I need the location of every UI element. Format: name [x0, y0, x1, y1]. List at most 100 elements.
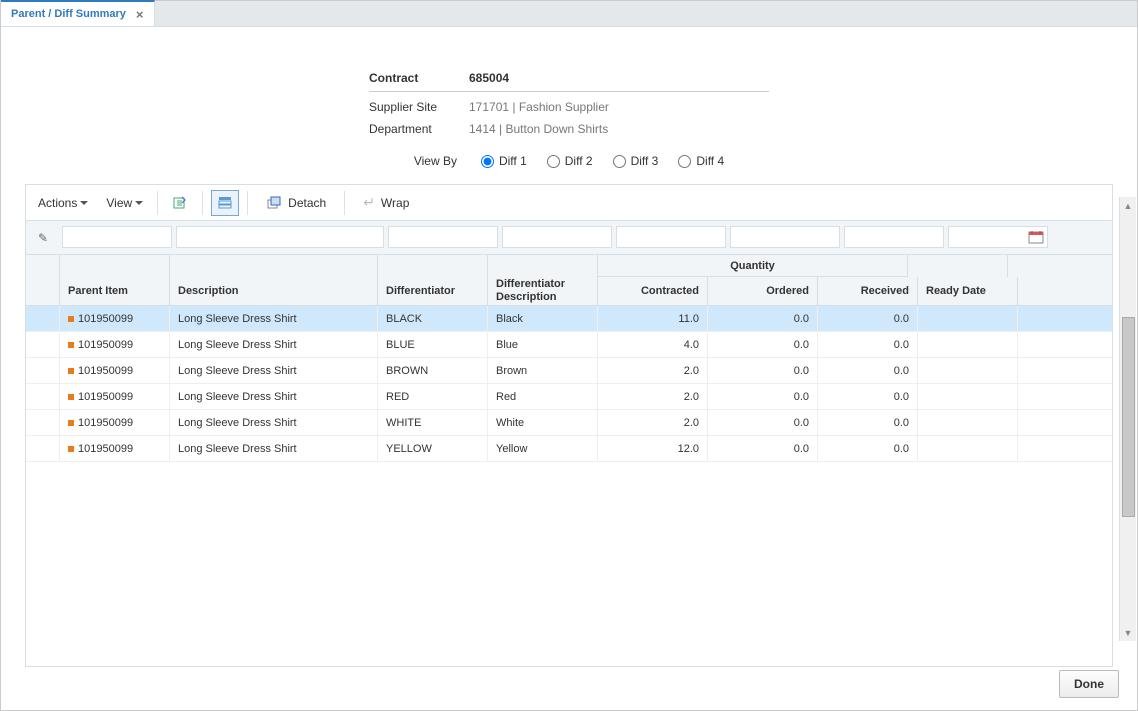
- scrollbar[interactable]: ▲ ▼: [1119, 197, 1136, 641]
- tab-parent-diff-summary[interactable]: Parent / Diff Summary ×: [1, 0, 155, 26]
- pencil-icon[interactable]: ✎: [26, 231, 60, 245]
- cell-parent-item: 101950099: [60, 410, 170, 435]
- wrap-icon: ↵: [363, 194, 375, 211]
- detach-icon: [266, 195, 282, 211]
- th-diff-desc-l2: Description: [496, 291, 557, 304]
- radio-label-diff-2: Diff 2: [565, 154, 593, 168]
- radio-diff-1[interactable]: Diff 1: [481, 154, 527, 168]
- tab-bar: Parent / Diff Summary ×: [1, 1, 1137, 27]
- cell-parent-item: 101950099: [60, 358, 170, 383]
- cell-description: Long Sleeve Dress Shirt: [170, 306, 378, 331]
- cell-parent-item: 101950099: [60, 436, 170, 461]
- cell-differentiator: BLACK: [378, 306, 488, 331]
- cell-ready-date: [918, 332, 1018, 357]
- done-button[interactable]: Done: [1059, 670, 1119, 698]
- cell-contracted: 4.0: [598, 332, 708, 357]
- cell-received: 0.0: [818, 332, 918, 357]
- th-ordered[interactable]: Ordered: [708, 277, 818, 305]
- radio-input-diff-3[interactable]: [613, 155, 626, 168]
- filter-ordered[interactable]: [730, 226, 840, 248]
- cell-diff-description: Red: [488, 384, 598, 409]
- radio-input-diff-1[interactable]: [481, 155, 494, 168]
- cell-differentiator: WHITE: [378, 410, 488, 435]
- cell-diff-description: Black: [488, 306, 598, 331]
- export-icon[interactable]: [166, 190, 194, 216]
- scroll-down-icon[interactable]: ▼: [1120, 624, 1136, 641]
- scroll-thumb[interactable]: [1122, 317, 1135, 517]
- cell-ready-date: [918, 306, 1018, 331]
- actions-menu[interactable]: Actions: [32, 192, 94, 214]
- detach-label: Detach: [288, 196, 326, 210]
- cell-diff-description: Blue: [488, 332, 598, 357]
- row-spacer: [26, 358, 60, 383]
- cell-differentiator: BLUE: [378, 332, 488, 357]
- th-diff-description[interactable]: Differentiator Description: [488, 277, 598, 305]
- table-row[interactable]: 101950099Long Sleeve Dress ShirtWHITEWhi…: [26, 410, 1112, 436]
- cell-diff-description: White: [488, 410, 598, 435]
- table-row[interactable]: 101950099Long Sleeve Dress ShirtBLACKBla…: [26, 306, 1112, 332]
- tab-title: Parent / Diff Summary: [11, 8, 126, 20]
- table-row[interactable]: 101950099Long Sleeve Dress ShirtREDRed2.…: [26, 384, 1112, 410]
- item-marker-icon: [68, 394, 74, 400]
- th-quantity-group: Quantity: [598, 255, 908, 277]
- filter-contracted[interactable]: [616, 226, 726, 248]
- cell-parent-item: 101950099: [60, 384, 170, 409]
- th-diff-desc-l1: Differentiator: [496, 278, 565, 291]
- cell-received: 0.0: [818, 306, 918, 331]
- item-marker-icon: [68, 342, 74, 348]
- item-marker-icon: [68, 368, 74, 374]
- wrap-button[interactable]: ↵ Wrap: [353, 190, 419, 215]
- th-description[interactable]: Description: [170, 277, 378, 305]
- radio-diff-4[interactable]: Diff 4: [678, 154, 724, 168]
- filter-diff-description[interactable]: [502, 226, 612, 248]
- th-received[interactable]: Received: [818, 277, 918, 305]
- separator: [247, 191, 248, 215]
- contract-label: Contract: [369, 71, 469, 85]
- footer: Done: [1059, 670, 1119, 698]
- th-differentiator[interactable]: Differentiator: [378, 277, 488, 305]
- close-icon[interactable]: ×: [136, 8, 144, 21]
- caret-down-icon: [135, 201, 143, 205]
- cell-ready-date: [918, 410, 1018, 435]
- cell-contracted: 12.0: [598, 436, 708, 461]
- cell-parent-item: 101950099: [60, 332, 170, 357]
- table-row[interactable]: 101950099Long Sleeve Dress ShirtBROWNBro…: [26, 358, 1112, 384]
- view-menu[interactable]: View: [100, 192, 149, 214]
- toolbar: Actions View Detach ↵ Wrap: [26, 185, 1112, 221]
- th-differentiator-top: [378, 255, 488, 277]
- table-row[interactable]: 101950099Long Sleeve Dress ShirtYELLOWYe…: [26, 436, 1112, 462]
- detach-button[interactable]: Detach: [256, 191, 336, 215]
- cell-received: 0.0: [818, 436, 918, 461]
- separator: [344, 191, 345, 215]
- radio-diff-2[interactable]: Diff 2: [547, 154, 593, 168]
- radio-input-diff-2[interactable]: [547, 155, 560, 168]
- cell-description: Long Sleeve Dress Shirt: [170, 358, 378, 383]
- scroll-up-icon[interactable]: ▲: [1120, 197, 1136, 214]
- department-label: Department: [369, 122, 469, 136]
- row-spacer: [26, 332, 60, 357]
- cell-ready-date: [918, 436, 1018, 461]
- calendar-icon[interactable]: [1028, 230, 1044, 244]
- radio-diff-3[interactable]: Diff 3: [613, 154, 659, 168]
- filter-description[interactable]: [176, 226, 384, 248]
- row-spacer: [26, 410, 60, 435]
- cell-received: 0.0: [818, 410, 918, 435]
- filter-differentiator[interactable]: [388, 226, 498, 248]
- radio-input-diff-4[interactable]: [678, 155, 691, 168]
- query-by-example-icon[interactable]: [211, 190, 239, 216]
- cell-contracted: 2.0: [598, 410, 708, 435]
- view-by-label: View By: [414, 154, 457, 168]
- th-parent-item[interactable]: Parent Item: [60, 277, 170, 305]
- cell-received: 0.0: [818, 358, 918, 383]
- separator: [157, 191, 158, 215]
- th-contracted[interactable]: Contracted: [598, 277, 708, 305]
- table-row[interactable]: 101950099Long Sleeve Dress ShirtBLUEBlue…: [26, 332, 1112, 358]
- filter-received[interactable]: [844, 226, 944, 248]
- supplier-site-value: 171701 | Fashion Supplier: [469, 100, 609, 114]
- cell-ordered: 0.0: [708, 332, 818, 357]
- row-spacer: [26, 306, 60, 331]
- radio-label-diff-4: Diff 4: [696, 154, 724, 168]
- filter-parent-item[interactable]: [62, 226, 172, 248]
- th-ready-date[interactable]: Ready Date: [918, 277, 1018, 305]
- cell-diff-description: Brown: [488, 358, 598, 383]
